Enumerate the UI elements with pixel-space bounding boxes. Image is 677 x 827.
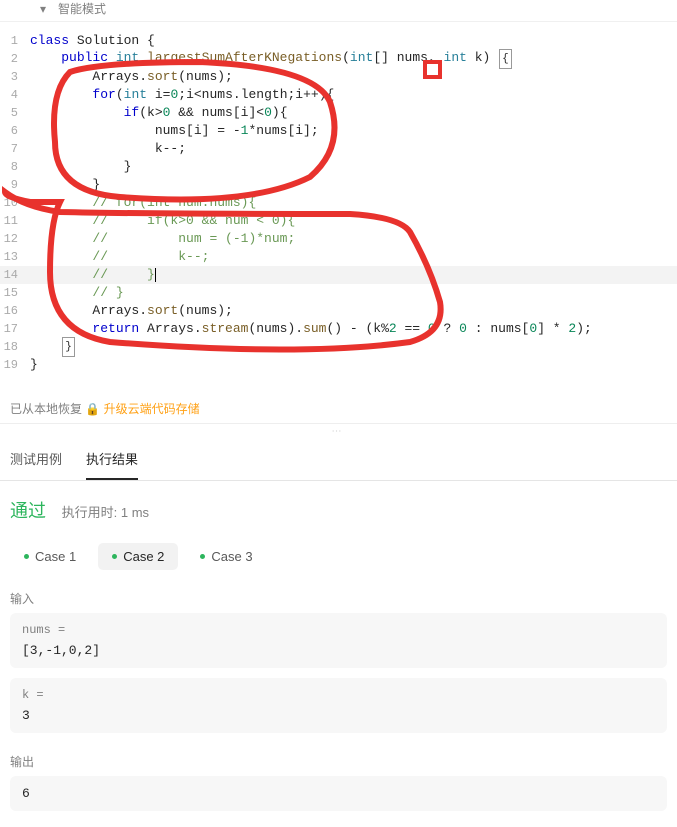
- status-badge: 通过: [10, 501, 46, 521]
- code-line[interactable]: 12 // num = (-1)*num;: [0, 230, 677, 248]
- tab-result[interactable]: 执行结果: [86, 439, 138, 480]
- output-label: 输出: [10, 753, 667, 770]
- line-number: 3: [0, 68, 30, 86]
- line-number: 4: [0, 86, 30, 104]
- code-line[interactable]: 5 if(k>0 && nums[i]<0){: [0, 104, 677, 122]
- code-content[interactable]: // for(int num:nums){: [30, 194, 256, 212]
- result-panel: 通过 执行用时: 1 ms Case 1 Case 2 Case 3 输入 nums…: [0, 481, 677, 827]
- nums-value: [3,-1,0,2]: [22, 643, 655, 658]
- code-content[interactable]: nums[i] = -1*nums[i];: [30, 122, 319, 140]
- language-label[interactable]: ▾: [40, 2, 46, 16]
- line-number: 8: [0, 158, 30, 176]
- code-line[interactable]: 3 Arrays.sort(nums);: [0, 68, 677, 86]
- editor-toolbar: ▾ 智能模式: [0, 0, 677, 22]
- code-line[interactable]: 4 for(int i=0;i<nums.length;i++){: [0, 86, 677, 104]
- code-content[interactable]: // num = (-1)*num;: [30, 230, 295, 248]
- input-nums-box: nums = [3,-1,0,2]: [10, 613, 667, 668]
- nums-prefix: nums =: [22, 623, 655, 637]
- line-number: 6: [0, 122, 30, 140]
- status-dot-icon: [200, 554, 205, 559]
- code-line[interactable]: 1class Solution {: [0, 32, 677, 50]
- code-line[interactable]: 2 public int largestSumAfterKNegations(i…: [0, 50, 677, 68]
- code-content[interactable]: }: [30, 176, 100, 194]
- mode-icon[interactable]: 智能模式: [58, 0, 106, 17]
- line-number: 16: [0, 302, 30, 320]
- code-content[interactable]: }: [30, 356, 38, 374]
- case-selector: Case 1 Case 2 Case 3: [10, 543, 667, 570]
- code-content[interactable]: public int largestSumAfterKNegations(int…: [30, 49, 512, 69]
- line-number: 19: [0, 356, 30, 374]
- line-number: 12: [0, 230, 30, 248]
- resize-handle[interactable]: ⋯: [0, 423, 677, 439]
- code-line[interactable]: 16 Arrays.sort(nums);: [0, 302, 677, 320]
- lock-icon: 🔒: [85, 402, 103, 416]
- status-dot-icon: [112, 554, 117, 559]
- case-label: Case 2: [123, 549, 164, 564]
- k-prefix: k =: [22, 688, 655, 702]
- line-number: 18: [0, 338, 30, 356]
- line-number: 14: [0, 266, 30, 284]
- k-value: 3: [22, 708, 655, 723]
- code-line[interactable]: 15 // }: [0, 284, 677, 302]
- code-line[interactable]: 14 // }: [0, 266, 677, 284]
- code-line[interactable]: 6 nums[i] = -1*nums[i];: [0, 122, 677, 140]
- case-button[interactable]: Case 3: [186, 543, 266, 570]
- line-number: 13: [0, 248, 30, 266]
- code-content[interactable]: // }: [30, 266, 156, 284]
- code-content[interactable]: if(k>0 && nums[i]<0){: [30, 104, 288, 122]
- line-number: 15: [0, 284, 30, 302]
- code-line[interactable]: 10 // for(int num:nums){: [0, 194, 677, 212]
- line-number: 5: [0, 104, 30, 122]
- case-button[interactable]: Case 2: [98, 543, 178, 570]
- code-content[interactable]: Arrays.sort(nums);: [30, 68, 233, 86]
- result-tabs: 测试用例 执行结果: [0, 439, 677, 481]
- output-box: 6: [10, 776, 667, 811]
- code-line[interactable]: 9 }: [0, 176, 677, 194]
- tab-testcase[interactable]: 测试用例: [10, 439, 62, 480]
- code-content[interactable]: // }: [30, 284, 124, 302]
- code-content[interactable]: }: [30, 337, 75, 357]
- line-number: 17: [0, 320, 30, 338]
- input-k-box: k = 3: [10, 678, 667, 733]
- line-number: 10: [0, 194, 30, 212]
- code-editor[interactable]: 1class Solution {2 public int largestSum…: [0, 22, 677, 394]
- case-button[interactable]: Case 1: [10, 543, 90, 570]
- code-content[interactable]: // if(k>0 && num < 0){: [30, 212, 295, 230]
- code-line[interactable]: 8 }: [0, 158, 677, 176]
- case-label: Case 1: [35, 549, 76, 564]
- input-label: 输入: [10, 590, 667, 607]
- line-number: 2: [0, 50, 30, 68]
- line-number: 1: [0, 32, 30, 50]
- upgrade-link[interactable]: 升级云端代码存储: [104, 402, 200, 416]
- output-value: 6: [22, 786, 655, 801]
- case-label: Case 3: [211, 549, 252, 564]
- code-content[interactable]: }: [30, 158, 131, 176]
- code-line[interactable]: 13 // k--;: [0, 248, 677, 266]
- code-content[interactable]: // k--;: [30, 248, 209, 266]
- line-number: 9: [0, 176, 30, 194]
- code-line[interactable]: 17 return Arrays.stream(nums).sum() - (k…: [0, 320, 677, 338]
- code-content[interactable]: class Solution {: [30, 32, 155, 50]
- code-content[interactable]: return Arrays.stream(nums).sum() - (k%2 …: [30, 320, 592, 338]
- status-dot-icon: [24, 554, 29, 559]
- line-number: 11: [0, 212, 30, 230]
- code-line[interactable]: 11 // if(k>0 && num < 0){: [0, 212, 677, 230]
- line-number: 7: [0, 140, 30, 158]
- runtime-label: 执行用时: 1 ms: [62, 505, 149, 520]
- code-content[interactable]: Arrays.sort(nums);: [30, 302, 233, 320]
- code-line[interactable]: 7 k--;: [0, 140, 677, 158]
- code-line[interactable]: 18 }: [0, 338, 677, 356]
- code-content[interactable]: for(int i=0;i<nums.length;i++){: [30, 86, 334, 104]
- restore-notice: 已从本地恢复 🔒 升级云端代码存储: [0, 394, 677, 423]
- code-line[interactable]: 19}: [0, 356, 677, 374]
- restore-text: 已从本地恢复: [10, 402, 82, 416]
- code-content[interactable]: k--;: [30, 140, 186, 158]
